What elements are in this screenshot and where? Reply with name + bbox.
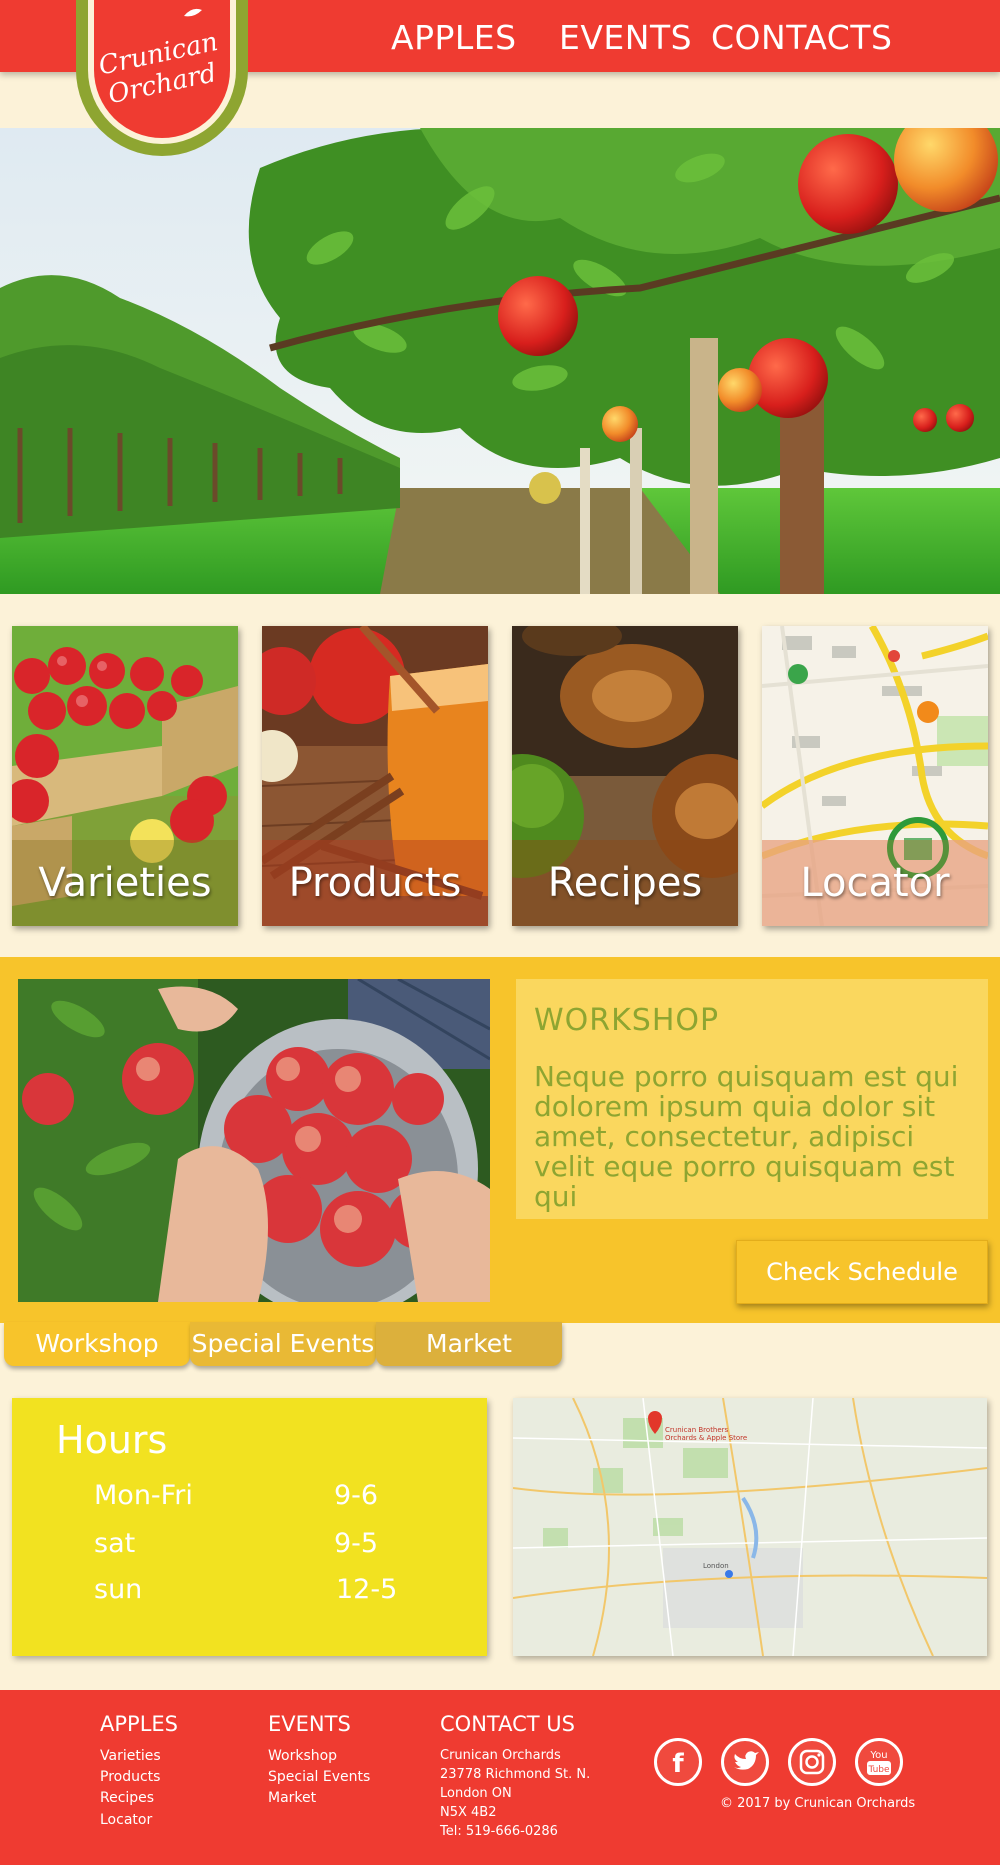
twitter-icon[interactable] [721,1738,769,1786]
nav-contacts[interactable]: CONTACTS [711,18,892,57]
logo[interactable]: Crunican Orchard [74,0,250,156]
svg-text:You: You [869,1750,887,1761]
contact-name: Crunican Orchards [440,1748,561,1763]
footer-apples-heading[interactable]: APPLES [100,1712,178,1736]
workshop-description: Neque porro quisquam est qui dolorem ips… [534,1060,959,1213]
tile-varieties[interactable]: Varieties [12,626,238,926]
svg-text:f: f [672,1749,684,1779]
map-pin-label-2: Orchards & Apple Store [665,1434,747,1442]
footer-link-market[interactable]: Market [268,1790,316,1806]
footer-link-special-events[interactable]: Special Events [268,1769,370,1785]
tile-locator[interactable]: Locator [762,626,988,926]
footer: APPLES Varieties Products Recipes Locato… [0,1690,1000,1865]
hours-title: Hours [56,1418,168,1462]
tile-varieties-label: Varieties [38,860,212,906]
contact-street: 23778 Richmond St. N. [440,1767,591,1782]
tab-workshop[interactable]: Workshop [4,1322,190,1366]
tile-products[interactable]: Products [262,626,488,926]
workshop-title: WORKSHOP [534,1003,720,1038]
contact-phone: Tel: 519-666-0286 [440,1824,558,1839]
copyright-text: © 2017 by Crunican Orchards [720,1796,916,1811]
workshop-photo [18,979,490,1302]
footer-link-locator[interactable]: Locator [100,1812,152,1828]
footer-contact-heading[interactable]: CONTACT US [440,1712,575,1736]
footer-link-products[interactable]: Products [100,1769,160,1785]
footer-events-heading[interactable]: EVENTS [268,1712,351,1736]
facebook-icon[interactable]: f [654,1738,702,1786]
hero-orchard-image [0,128,1000,594]
hours-day: Mon-Fri [94,1480,193,1511]
youtube-icon[interactable]: You Tube [855,1738,903,1786]
tile-recipes[interactable]: Recipes [512,626,738,926]
hours-panel: Hours Mon-Fri 9-6 sat 9-5 sun 12-5 [12,1398,487,1656]
footer-link-workshop[interactable]: Workshop [268,1748,337,1764]
contact-city: London ON [440,1786,512,1801]
hours-day: sun [94,1574,143,1605]
hours-time: 9-5 [334,1528,379,1559]
check-schedule-button[interactable]: Check Schedule [736,1240,988,1304]
workshop-panel: WORKSHOP Neque porro quisquam est qui do… [0,957,1000,1323]
location-map[interactable]: Crunican Brothers Orchards & Apple Store… [513,1398,987,1656]
hours-time: 9-6 [334,1480,379,1511]
nav-apples[interactable]: APPLES [391,18,517,57]
svg-text:Tube: Tube [867,1765,890,1775]
tile-products-label: Products [288,860,462,906]
workshop-text-box: WORKSHOP Neque porro quisquam est qui do… [516,979,988,1219]
footer-link-recipes[interactable]: Recipes [100,1790,154,1806]
tile-recipes-label: Recipes [547,860,703,906]
contact-postal-code: N5X 4B2 [440,1805,497,1820]
tab-special-events[interactable]: Special Events [190,1322,376,1366]
map-city-label: London [703,1562,729,1570]
tile-locator-label: Locator [800,860,950,906]
instagram-icon[interactable] [788,1738,836,1786]
hours-day: sat [94,1528,136,1559]
nav-events[interactable]: EVENTS [559,18,692,57]
hours-time: 12-5 [336,1574,398,1605]
map-pin-label-1: Crunican Brothers [665,1426,729,1434]
footer-link-varieties[interactable]: Varieties [100,1748,161,1764]
tab-market[interactable]: Market [376,1322,562,1366]
